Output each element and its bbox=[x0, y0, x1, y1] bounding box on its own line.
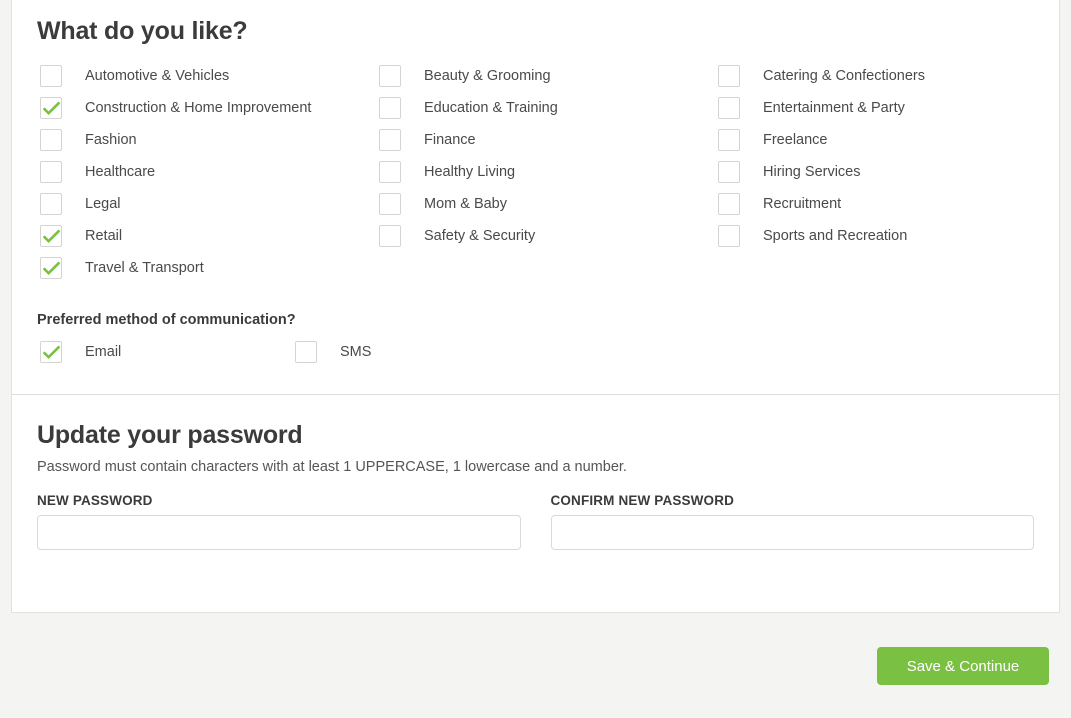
password-help-text: Password must contain characters with at… bbox=[37, 459, 627, 475]
interest-checkbox-row[interactable]: Finance bbox=[376, 124, 715, 156]
interest-checkbox-row[interactable]: Sports and Recreation bbox=[715, 220, 1034, 252]
password-field-grid: NEW PASSWORD CONFIRM NEW PASSWORD bbox=[37, 493, 1034, 550]
interest-label: Healthcare bbox=[85, 164, 156, 180]
interest-checkbox-row[interactable]: Automotive & Vehicles bbox=[37, 60, 376, 92]
interest-checkbox-row[interactable]: Construction & Home Improvement bbox=[37, 92, 376, 124]
communication-option-label: Email bbox=[85, 344, 122, 360]
settings-card: What do you like? Automotive & Vehicles C… bbox=[11, 0, 1060, 613]
interests-checkbox-grid: Automotive & Vehicles Construction & Home… bbox=[37, 60, 1034, 284]
checkbox-unchecked[interactable] bbox=[379, 97, 401, 119]
communication-option-row[interactable]: Email bbox=[37, 336, 292, 368]
communication-options: Email SMS bbox=[37, 336, 1034, 368]
interest-checkbox-row[interactable]: Retail bbox=[37, 220, 376, 252]
preferences-section: What do you like? Automotive & Vehicles C… bbox=[12, 0, 1059, 394]
interest-label: Construction & Home Improvement bbox=[85, 100, 312, 116]
checkbox-unchecked[interactable] bbox=[718, 193, 740, 215]
interest-checkbox-row[interactable]: Healthcare bbox=[37, 156, 376, 188]
checkbox-unchecked[interactable] bbox=[40, 193, 62, 215]
checkbox-unchecked[interactable] bbox=[718, 129, 740, 151]
page-title: What do you like? bbox=[37, 17, 248, 45]
checkbox-checked[interactable] bbox=[40, 257, 62, 279]
checkbox-unchecked[interactable] bbox=[40, 161, 62, 183]
interests-column-1: Automotive & Vehicles Construction & Home… bbox=[37, 60, 376, 284]
interest-checkbox-row[interactable]: Hiring Services bbox=[715, 156, 1034, 188]
interest-label: Education & Training bbox=[424, 100, 558, 116]
checkbox-unchecked[interactable] bbox=[379, 161, 401, 183]
interest-checkbox-row[interactable]: Catering & Confectioners bbox=[715, 60, 1034, 92]
checkbox-unchecked[interactable] bbox=[379, 193, 401, 215]
checkbox-unchecked[interactable] bbox=[379, 225, 401, 247]
interest-checkbox-row[interactable]: Mom & Baby bbox=[376, 188, 715, 220]
interest-label: Legal bbox=[85, 196, 121, 212]
interests-column-3: Catering & Confectioners Entertainment & … bbox=[715, 60, 1034, 284]
checkbox-unchecked[interactable] bbox=[718, 65, 740, 87]
check-icon bbox=[43, 345, 61, 360]
interest-label: Freelance bbox=[763, 132, 828, 148]
checkbox-unchecked[interactable] bbox=[379, 65, 401, 87]
checkbox-unchecked[interactable] bbox=[40, 129, 62, 151]
interest-checkbox-row[interactable]: Safety & Security bbox=[376, 220, 715, 252]
communication-option-label: SMS bbox=[340, 344, 372, 360]
password-section: Update your password Password must conta… bbox=[12, 395, 1059, 580]
check-icon bbox=[43, 261, 61, 276]
checkbox-unchecked[interactable] bbox=[40, 65, 62, 87]
checkbox-checked[interactable] bbox=[40, 341, 62, 363]
interests-column-2: Beauty & Grooming Education & Training Fin… bbox=[376, 60, 715, 284]
checkbox-checked[interactable] bbox=[40, 225, 62, 247]
checkbox-unchecked[interactable] bbox=[718, 97, 740, 119]
interest-label: Catering & Confectioners bbox=[763, 68, 925, 84]
communication-option-row[interactable]: SMS bbox=[292, 336, 1034, 368]
interest-checkbox-row[interactable]: Beauty & Grooming bbox=[376, 60, 715, 92]
interest-checkbox-row[interactable]: Travel & Transport bbox=[37, 252, 376, 284]
confirm-password-group: CONFIRM NEW PASSWORD bbox=[550, 493, 1034, 550]
save-and-continue-button[interactable]: Save & Continue bbox=[877, 647, 1049, 685]
interest-label: Travel & Transport bbox=[85, 260, 204, 276]
interest-label: Automotive & Vehicles bbox=[85, 68, 230, 84]
check-icon bbox=[43, 229, 61, 244]
interest-checkbox-row[interactable]: Education & Training bbox=[376, 92, 715, 124]
interest-label: Recruitment bbox=[763, 196, 842, 212]
interest-label: Entertainment & Party bbox=[763, 100, 905, 116]
interest-checkbox-row[interactable]: Healthy Living bbox=[376, 156, 715, 188]
interest-label: Mom & Baby bbox=[424, 196, 507, 212]
interest-label: Beauty & Grooming bbox=[424, 68, 551, 84]
interest-checkbox-row[interactable]: Fashion bbox=[37, 124, 376, 156]
password-title: Update your password bbox=[37, 421, 303, 449]
footer-actions: Save & Continue bbox=[11, 614, 1060, 718]
page-root: What do you like? Automotive & Vehicles C… bbox=[0, 0, 1071, 718]
interest-label: Fashion bbox=[85, 132, 137, 148]
interest-checkbox-row[interactable]: Recruitment bbox=[715, 188, 1034, 220]
checkbox-unchecked[interactable] bbox=[718, 225, 740, 247]
new-password-label: NEW PASSWORD bbox=[37, 493, 153, 508]
interest-label: Retail bbox=[85, 228, 123, 244]
interest-label: Safety & Security bbox=[424, 228, 536, 244]
communication-label: Preferred method of communication? bbox=[37, 312, 296, 328]
interest-checkbox-row[interactable]: Entertainment & Party bbox=[715, 92, 1034, 124]
confirm-password-label: CONFIRM NEW PASSWORD bbox=[550, 493, 734, 508]
interest-label: Hiring Services bbox=[763, 164, 861, 180]
confirm-password-input[interactable] bbox=[550, 515, 1034, 550]
checkbox-unchecked[interactable] bbox=[718, 161, 740, 183]
checkbox-unchecked[interactable] bbox=[379, 129, 401, 151]
check-icon bbox=[43, 101, 61, 116]
interest-label: Healthy Living bbox=[424, 164, 516, 180]
interest-label: Finance bbox=[424, 132, 476, 148]
checkbox-unchecked[interactable] bbox=[295, 341, 317, 363]
new-password-input[interactable] bbox=[37, 515, 521, 550]
interest-label: Sports and Recreation bbox=[763, 228, 908, 244]
interest-checkbox-row[interactable]: Legal bbox=[37, 188, 376, 220]
new-password-group: NEW PASSWORD bbox=[37, 493, 521, 550]
checkbox-checked[interactable] bbox=[40, 97, 62, 119]
interest-checkbox-row[interactable]: Freelance bbox=[715, 124, 1034, 156]
